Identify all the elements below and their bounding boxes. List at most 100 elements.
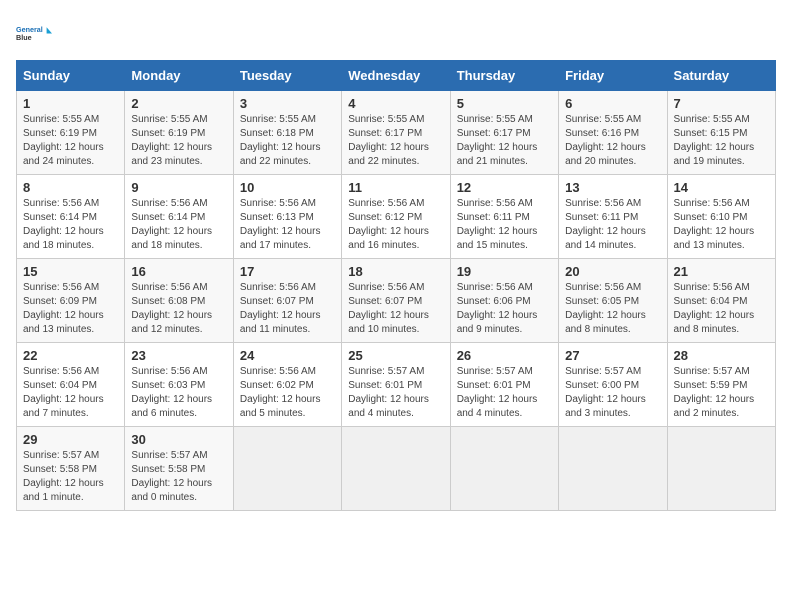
day-cell <box>450 427 558 511</box>
column-header-friday: Friday <box>559 61 667 91</box>
day-info: Sunrise: 5:56 AM Sunset: 6:08 PM Dayligh… <box>131 281 226 337</box>
day-number: 8 <box>23 180 118 195</box>
day-cell: 16 Sunrise: 5:56 AM Sunset: 6:08 PM Dayli… <box>125 259 233 343</box>
day-number: 30 <box>131 432 226 447</box>
day-info: Sunrise: 5:57 AM Sunset: 5:59 PM Dayligh… <box>674 365 769 421</box>
day-number: 19 <box>457 264 552 279</box>
week-row-3: 22 Sunrise: 5:56 AM Sunset: 6:04 PM Dayli… <box>17 343 776 427</box>
day-info: Sunrise: 5:57 AM Sunset: 5:58 PM Dayligh… <box>23 449 118 505</box>
day-cell: 5 Sunrise: 5:55 AM Sunset: 6:17 PM Daylig… <box>450 91 558 175</box>
day-cell <box>233 427 341 511</box>
calendar-body: 1 Sunrise: 5:55 AM Sunset: 6:19 PM Daylig… <box>17 91 776 511</box>
day-cell: 15 Sunrise: 5:56 AM Sunset: 6:09 PM Dayli… <box>17 259 125 343</box>
day-info: Sunrise: 5:56 AM Sunset: 6:11 PM Dayligh… <box>457 197 552 253</box>
day-number: 5 <box>457 96 552 111</box>
day-number: 2 <box>131 96 226 111</box>
day-cell: 27 Sunrise: 5:57 AM Sunset: 6:00 PM Dayli… <box>559 343 667 427</box>
day-cell: 13Sunrise: 5:56 AM Sunset: 6:11 PM Dayli… <box>559 175 667 259</box>
svg-text:General: General <box>16 25 43 34</box>
day-info: Sunrise: 5:56 AM Sunset: 6:06 PM Dayligh… <box>457 281 552 337</box>
day-number: 21 <box>674 264 769 279</box>
day-info: Sunrise: 5:56 AM Sunset: 6:07 PM Dayligh… <box>240 281 335 337</box>
day-cell: 14Sunrise: 5:56 AM Sunset: 6:10 PM Dayli… <box>667 175 775 259</box>
day-number: 3 <box>240 96 335 111</box>
day-cell: 2 Sunrise: 5:55 AM Sunset: 6:19 PM Daylig… <box>125 91 233 175</box>
calendar-header: SundayMondayTuesdayWednesdayThursdayFrid… <box>17 61 776 91</box>
day-cell: 7 Sunrise: 5:55 AM Sunset: 6:15 PM Daylig… <box>667 91 775 175</box>
day-cell: 19 Sunrise: 5:56 AM Sunset: 6:06 PM Dayli… <box>450 259 558 343</box>
day-number: 17 <box>240 264 335 279</box>
day-cell: 18 Sunrise: 5:56 AM Sunset: 6:07 PM Dayli… <box>342 259 450 343</box>
day-info: Sunrise: 5:57 AM Sunset: 6:00 PM Dayligh… <box>565 365 660 421</box>
day-cell: 6Sunrise: 5:55 AM Sunset: 6:16 PM Daylig… <box>559 91 667 175</box>
day-number: 9 <box>131 180 226 195</box>
day-number: 29 <box>23 432 118 447</box>
column-header-tuesday: Tuesday <box>233 61 341 91</box>
day-info: Sunrise: 5:56 AM Sunset: 6:04 PM Dayligh… <box>23 365 118 421</box>
day-info: Sunrise: 5:56 AM Sunset: 6:07 PM Dayligh… <box>348 281 443 337</box>
day-info: Sunrise: 5:56 AM Sunset: 6:02 PM Dayligh… <box>240 365 335 421</box>
day-number: 25 <box>348 348 443 363</box>
day-number: 20 <box>565 264 660 279</box>
day-info: Sunrise: 5:55 AM Sunset: 6:17 PM Dayligh… <box>457 113 552 169</box>
day-cell: 11 Sunrise: 5:56 AM Sunset: 6:12 PM Dayli… <box>342 175 450 259</box>
day-info: Sunrise: 5:57 AM Sunset: 5:58 PM Dayligh… <box>131 449 226 505</box>
day-info: Sunrise: 5:56 AM Sunset: 6:14 PM Dayligh… <box>131 197 226 253</box>
day-cell: 3Sunrise: 5:55 AM Sunset: 6:18 PM Daylig… <box>233 91 341 175</box>
day-number: 13 <box>565 180 660 195</box>
logo-icon: General Blue <box>16 16 52 52</box>
day-number: 10 <box>240 180 335 195</box>
svg-text:Blue: Blue <box>16 33 32 42</box>
day-info: Sunrise: 5:56 AM Sunset: 6:09 PM Dayligh… <box>23 281 118 337</box>
day-number: 24 <box>240 348 335 363</box>
calendar-table: SundayMondayTuesdayWednesdayThursdayFrid… <box>16 60 776 511</box>
day-cell: 4 Sunrise: 5:55 AM Sunset: 6:17 PM Daylig… <box>342 91 450 175</box>
page-header: General Blue <box>16 16 776 52</box>
day-number: 18 <box>348 264 443 279</box>
day-cell: 17 Sunrise: 5:56 AM Sunset: 6:07 PM Dayli… <box>233 259 341 343</box>
day-number: 11 <box>348 180 443 195</box>
day-cell: 25 Sunrise: 5:57 AM Sunset: 6:01 PM Dayli… <box>342 343 450 427</box>
day-cell: 1Sunrise: 5:55 AM Sunset: 6:19 PM Daylig… <box>17 91 125 175</box>
day-info: Sunrise: 5:56 AM Sunset: 6:05 PM Dayligh… <box>565 281 660 337</box>
day-info: Sunrise: 5:56 AM Sunset: 6:14 PM Dayligh… <box>23 197 118 253</box>
week-row-0: 1 Sunrise: 5:55 AM Sunset: 6:19 PM Daylig… <box>17 91 776 175</box>
day-number: 12 <box>457 180 552 195</box>
column-header-sunday: Sunday <box>17 61 125 91</box>
day-number: 7 <box>674 96 769 111</box>
day-cell <box>667 427 775 511</box>
day-number: 1 <box>23 96 118 111</box>
day-info: Sunrise: 5:55 AM Sunset: 6:17 PM Dayligh… <box>348 113 443 169</box>
column-header-saturday: Saturday <box>667 61 775 91</box>
day-info: Sunrise: 5:55 AM Sunset: 6:19 PM Dayligh… <box>131 113 226 169</box>
day-cell: 23 Sunrise: 5:56 AM Sunset: 6:03 PM Dayli… <box>125 343 233 427</box>
day-number: 4 <box>348 96 443 111</box>
day-number: 16 <box>131 264 226 279</box>
day-cell <box>559 427 667 511</box>
day-cell: 24 Sunrise: 5:56 AM Sunset: 6:02 PM Dayli… <box>233 343 341 427</box>
day-number: 23 <box>131 348 226 363</box>
day-info: Sunrise: 5:57 AM Sunset: 6:01 PM Dayligh… <box>348 365 443 421</box>
week-row-4: 29 Sunrise: 5:57 AM Sunset: 5:58 PM Dayli… <box>17 427 776 511</box>
day-cell: 20 Sunrise: 5:56 AM Sunset: 6:05 PM Dayli… <box>559 259 667 343</box>
day-number: 22 <box>23 348 118 363</box>
column-header-wednesday: Wednesday <box>342 61 450 91</box>
week-row-2: 15 Sunrise: 5:56 AM Sunset: 6:09 PM Dayli… <box>17 259 776 343</box>
week-row-1: 8 Sunrise: 5:56 AM Sunset: 6:14 PM Daylig… <box>17 175 776 259</box>
day-cell: 29 Sunrise: 5:57 AM Sunset: 5:58 PM Dayli… <box>17 427 125 511</box>
day-info: Sunrise: 5:55 AM Sunset: 6:15 PM Dayligh… <box>674 113 769 169</box>
day-number: 27 <box>565 348 660 363</box>
day-cell: 10 Sunrise: 5:56 AM Sunset: 6:13 PM Dayli… <box>233 175 341 259</box>
logo: General Blue <box>16 16 52 52</box>
day-number: 15 <box>23 264 118 279</box>
day-info: Sunrise: 5:56 AM Sunset: 6:03 PM Dayligh… <box>131 365 226 421</box>
day-info: Sunrise: 5:56 AM Sunset: 6:12 PM Dayligh… <box>348 197 443 253</box>
day-cell <box>342 427 450 511</box>
day-number: 28 <box>674 348 769 363</box>
day-cell: 8 Sunrise: 5:56 AM Sunset: 6:14 PM Daylig… <box>17 175 125 259</box>
day-cell: 12 Sunrise: 5:56 AM Sunset: 6:11 PM Dayli… <box>450 175 558 259</box>
day-cell: 21Sunrise: 5:56 AM Sunset: 6:04 PM Dayli… <box>667 259 775 343</box>
day-info: Sunrise: 5:56 AM Sunset: 6:13 PM Dayligh… <box>240 197 335 253</box>
day-number: 6 <box>565 96 660 111</box>
header-row: SundayMondayTuesdayWednesdayThursdayFrid… <box>17 61 776 91</box>
